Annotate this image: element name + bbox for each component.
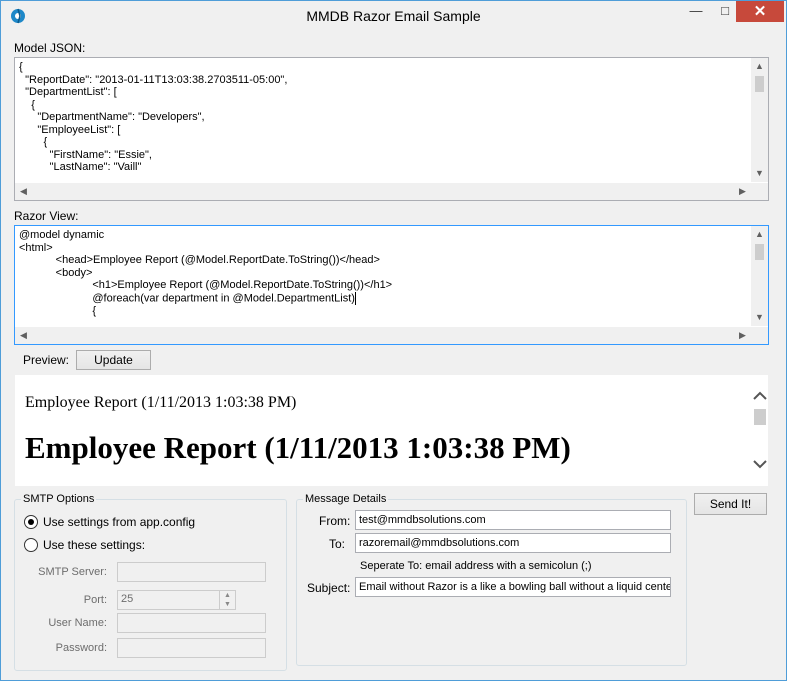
model-json-line: "DepartmentName": "Developers", (19, 111, 205, 123)
smtp-server-label: SMTP Server: (38, 566, 107, 578)
model-json-text: { "ReportDate": "2013-01-11T13:03:38.270… (19, 61, 287, 174)
username-label: User Name: (48, 617, 107, 629)
razor-view-line: <html> (19, 241, 53, 254)
model-json-textbox[interactable]: { "ReportDate": "2013-01-11T13:03:38.270… (14, 57, 769, 201)
close-button[interactable]: ✕ (736, 1, 784, 22)
model-json-line: "ReportDate": "2013-01-11T13:03:38.27035… (19, 73, 288, 86)
scroll-down-arrow-icon[interactable]: ▼ (751, 309, 768, 326)
model-json-line: "EmployeeList": [ (19, 123, 121, 136)
password-label: Password: (55, 642, 107, 654)
scroll-up-arrow-icon[interactable]: ▲ (751, 226, 768, 243)
send-button[interactable]: Send It! (694, 493, 767, 515)
username-input[interactable] (117, 613, 266, 633)
scroll-thumb[interactable] (755, 76, 764, 92)
scroll-thumb[interactable] (754, 409, 766, 425)
razor-view-line: { (19, 304, 97, 317)
scroll-left-arrow-icon[interactable]: ◀ (15, 183, 32, 200)
radio-custom-settings-label[interactable]: Use these settings: (43, 538, 145, 552)
update-button[interactable]: Update (76, 350, 151, 370)
minimize-button[interactable]: — (683, 1, 709, 22)
razor-view-line: @foreach(var department in @Model.Depart… (19, 291, 356, 305)
scroll-corner (751, 327, 768, 344)
smtp-options-legend: SMTP Options (23, 493, 95, 505)
model-json-line: "DepartmentList": [ (19, 86, 117, 98)
razor-view-line: <h1>Employee Report (@Model.ReportDate.T… (19, 279, 393, 291)
scroll-up-arrow-icon[interactable]: ▲ (751, 58, 768, 75)
port-value: 25 (121, 593, 134, 605)
port-label: Port: (83, 594, 107, 606)
razor-view-label: Razor View: (14, 209, 79, 223)
to-hint-text: Seperate To: email address with a semico… (360, 560, 592, 572)
razor-view-line: @model dynamic (19, 229, 105, 241)
port-spin-buttons[interactable]: ▲ ▼ (219, 591, 235, 609)
radio-custom-settings[interactable] (24, 538, 38, 552)
subject-field[interactable]: Email without Razor is a like a bowling … (355, 577, 671, 597)
radio-app-config-label[interactable]: Use settings from app.config (43, 515, 195, 529)
preview-vscrollbar[interactable] (751, 387, 768, 475)
razor-view-line: <head>Employee Report (@Model.ReportDate… (19, 254, 380, 266)
scroll-thumb[interactable] (755, 244, 764, 260)
maximize-button[interactable]: □ (712, 1, 738, 22)
razor-view-textbox[interactable]: @model dynamic <html> <head>Employee Repo… (14, 225, 769, 345)
preview-heading: Employee Report (1/11/2013 1:03:38 PM) (25, 430, 571, 465)
window-title: MMDB Razor Email Sample (306, 8, 481, 24)
model-json-hscrollbar[interactable]: ◀ ▶ (15, 183, 751, 200)
spin-up-icon[interactable]: ▲ (224, 592, 231, 599)
radio-app-config[interactable] (24, 515, 38, 529)
preview-label: Preview: (23, 353, 70, 367)
scroll-down-arrow-icon[interactable]: ▼ (751, 165, 768, 182)
model-json-line: { (19, 98, 35, 111)
preview-paragraph: Employee Report (1/11/2013 1:03:38 PM) (25, 394, 297, 411)
model-json-line: { (19, 61, 23, 73)
razor-view-vscrollbar[interactable]: ▲ ▼ (751, 226, 768, 326)
subject-label: Subject: (307, 581, 351, 595)
from-field[interactable]: test@mmdbsolutions.com (355, 510, 671, 530)
model-json-line: "LastName": "Vaill" (19, 161, 142, 173)
message-details-legend: Message Details (305, 493, 387, 505)
from-label: From: (319, 514, 351, 528)
smtp-server-input[interactable] (117, 562, 266, 582)
model-json-line: "FirstName": "Essie", (19, 148, 152, 161)
scroll-right-arrow-icon[interactable]: ▶ (734, 327, 751, 344)
scroll-up-arrow-icon[interactable] (753, 391, 767, 401)
model-json-line: { (19, 136, 48, 148)
text-caret (354, 291, 356, 305)
model-json-vscrollbar[interactable]: ▲ ▼ (751, 58, 768, 182)
model-json-label: Model JSON: (14, 41, 86, 55)
main-window: MMDB Razor Email Sample — □ ✕ Model JSON… (0, 0, 787, 681)
razor-view-line: <body> (19, 266, 93, 279)
scroll-right-arrow-icon[interactable]: ▶ (734, 183, 751, 200)
radio-selected-dot (28, 519, 34, 525)
to-label: To: (329, 537, 346, 551)
to-field[interactable]: razoremail@mmdbsolutions.com (355, 533, 671, 553)
scroll-left-arrow-icon[interactable]: ◀ (15, 327, 32, 344)
scroll-down-arrow-icon[interactable] (753, 459, 767, 469)
preview-pane[interactable]: Employee Report (1/11/2013 1:03:38 PM) E… (15, 375, 768, 486)
scroll-corner (751, 183, 768, 200)
razor-view-hscrollbar[interactable]: ◀ ▶ (15, 327, 751, 344)
password-input[interactable] (117, 638, 266, 658)
title-bar[interactable]: MMDB Razor Email Sample — □ ✕ (1, 1, 786, 31)
spin-down-icon[interactable]: ▼ (224, 601, 231, 608)
port-stepper[interactable]: 25 ▲ ▼ (117, 590, 236, 610)
razor-view-text: @model dynamic <html> <head>Employee Repo… (19, 229, 392, 317)
